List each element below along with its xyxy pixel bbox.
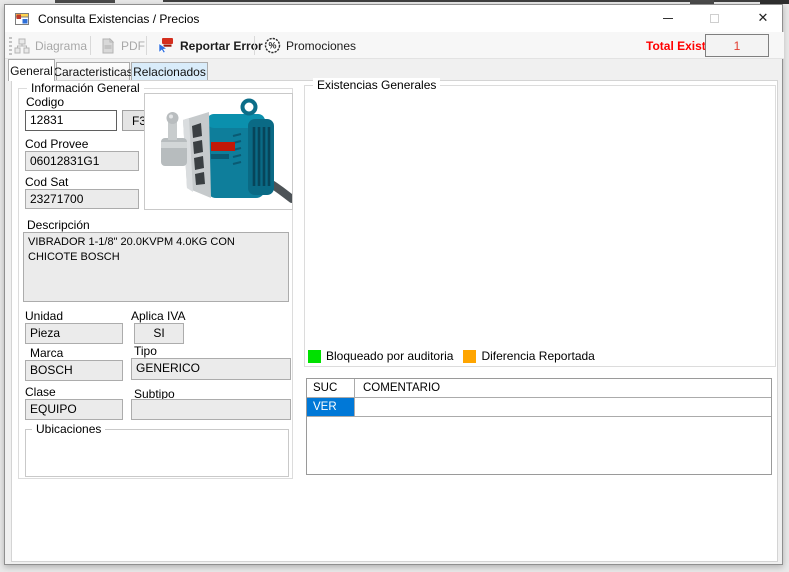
total-exist-value-box: 1 bbox=[705, 34, 769, 57]
descripcion-field: VIBRADOR 1-1/8" 20.0KVPM 4.0KG CON CHICO… bbox=[23, 232, 289, 302]
toolbar: Diagrama PDF Reportar Error % Promocione… bbox=[5, 32, 784, 59]
minimize-icon bbox=[663, 17, 673, 19]
col-header-suc[interactable]: SUC bbox=[307, 379, 355, 397]
app-icon bbox=[14, 11, 30, 27]
unidad-label: Unidad bbox=[25, 309, 64, 323]
tab-relacionados[interactable]: Relacionados bbox=[131, 62, 208, 80]
pdf-button[interactable]: PDF bbox=[97, 32, 148, 59]
marca-label: Marca bbox=[30, 346, 64, 360]
aplica-iva-label: Aplica IVA bbox=[131, 309, 186, 323]
svg-text:%: % bbox=[268, 41, 276, 51]
window-title: Consulta Existencias / Precios bbox=[38, 11, 200, 26]
col-header-comentario[interactable]: COMENTARIO bbox=[355, 379, 771, 397]
toolbar-separator bbox=[254, 36, 255, 55]
total-exist-value: 1 bbox=[733, 38, 741, 53]
reportar-error-label: Reportar Error bbox=[180, 38, 263, 53]
legend-label: Bloqueado por auditoria bbox=[326, 349, 454, 363]
codigo-label: Codigo bbox=[26, 95, 65, 109]
ubicaciones-title: Ubicaciones bbox=[32, 422, 106, 436]
ubicaciones-group: Ubicaciones bbox=[25, 422, 289, 477]
close-button[interactable]: ✕ bbox=[746, 5, 780, 31]
title-bar[interactable]: Consulta Existencias / Precios ✕ bbox=[5, 5, 782, 32]
legend-swatch bbox=[308, 349, 321, 363]
diagrama-label: Diagrama bbox=[35, 38, 88, 53]
marca-field: BOSCH bbox=[25, 360, 123, 381]
app-window: Consulta Existencias / Precios ✕ Diagram… bbox=[4, 4, 784, 565]
comentarios-grid: SUC COMENTARIO VER bbox=[306, 378, 772, 475]
tipo-label: Tipo bbox=[134, 344, 157, 358]
tab-strip: General Caracteristicas Relacionados bbox=[5, 59, 784, 81]
clase-label: Clase bbox=[25, 385, 56, 399]
pdf-document-icon bbox=[102, 37, 115, 53]
error-stamp-icon bbox=[158, 38, 173, 54]
diagrama-button[interactable]: Diagrama bbox=[11, 32, 90, 59]
minimize-button[interactable] bbox=[653, 5, 683, 31]
aplica-iva-field: SI bbox=[134, 323, 184, 344]
cod-provee-field: 06012831G1 bbox=[25, 151, 139, 171]
promociones-label: Promociones bbox=[286, 38, 357, 53]
tab-general-label: General bbox=[10, 63, 53, 78]
toolbar-separator bbox=[90, 36, 91, 55]
cod-provee-label: Cod Provee bbox=[25, 137, 89, 151]
background-window-edge bbox=[55, 0, 115, 3]
promociones-button[interactable]: % Promociones bbox=[261, 32, 359, 59]
legend-item: Diferencia Reportada bbox=[463, 349, 595, 363]
cod-sat-label: Cod Sat bbox=[25, 175, 69, 189]
diagram-icon bbox=[14, 38, 30, 53]
tab-caracteristicas-label: Caracteristicas bbox=[53, 64, 133, 79]
close-icon: ✕ bbox=[757, 10, 769, 25]
tab-relacionados-label: Relacionados bbox=[133, 64, 206, 79]
legend-swatch bbox=[463, 349, 477, 363]
existencias-group: Existencias Generales bbox=[304, 78, 776, 367]
subtipo-field bbox=[131, 399, 291, 420]
maximize-button[interactable] bbox=[699, 5, 729, 31]
pdf-label: PDF bbox=[121, 38, 145, 53]
total-exist-label: Total Exist bbox=[646, 39, 706, 53]
existencias-legend: Bloqueado por auditoria Diferencia Report… bbox=[308, 349, 595, 363]
unidad-field: Pieza bbox=[25, 323, 123, 344]
tipo-field: GENERICO bbox=[131, 358, 291, 380]
clase-field: EQUIPO bbox=[25, 399, 123, 420]
suc-cell[interactable]: VER bbox=[307, 398, 355, 416]
percent-badge-icon: % bbox=[264, 37, 281, 54]
codigo-input[interactable]: 12831 bbox=[25, 110, 117, 131]
toolbar-separator bbox=[146, 36, 147, 55]
comentarios-header-row: SUC COMENTARIO bbox=[307, 379, 771, 398]
tab-caracteristicas[interactable]: Caracteristicas bbox=[53, 62, 133, 80]
tab-general[interactable]: General bbox=[8, 59, 55, 81]
descripcion-label: Descripción bbox=[27, 218, 90, 232]
comentario-cell[interactable] bbox=[355, 398, 771, 416]
reportar-error-button[interactable]: Reportar Error bbox=[154, 32, 266, 59]
cod-sat-field: 23271700 bbox=[25, 189, 139, 209]
screen-background: Consulta Existencias / Precios ✕ Diagram… bbox=[0, 0, 789, 572]
legend-item: Bloqueado por auditoria bbox=[308, 349, 453, 363]
existencias-title: Existencias Generales bbox=[313, 78, 441, 92]
product-image bbox=[144, 93, 296, 210]
legend-label: Diferencia Reportada bbox=[481, 349, 595, 363]
comentarios-row-ver: VER bbox=[307, 398, 771, 417]
informacion-general-title: Información General bbox=[27, 81, 144, 95]
maximize-icon bbox=[709, 13, 719, 23]
